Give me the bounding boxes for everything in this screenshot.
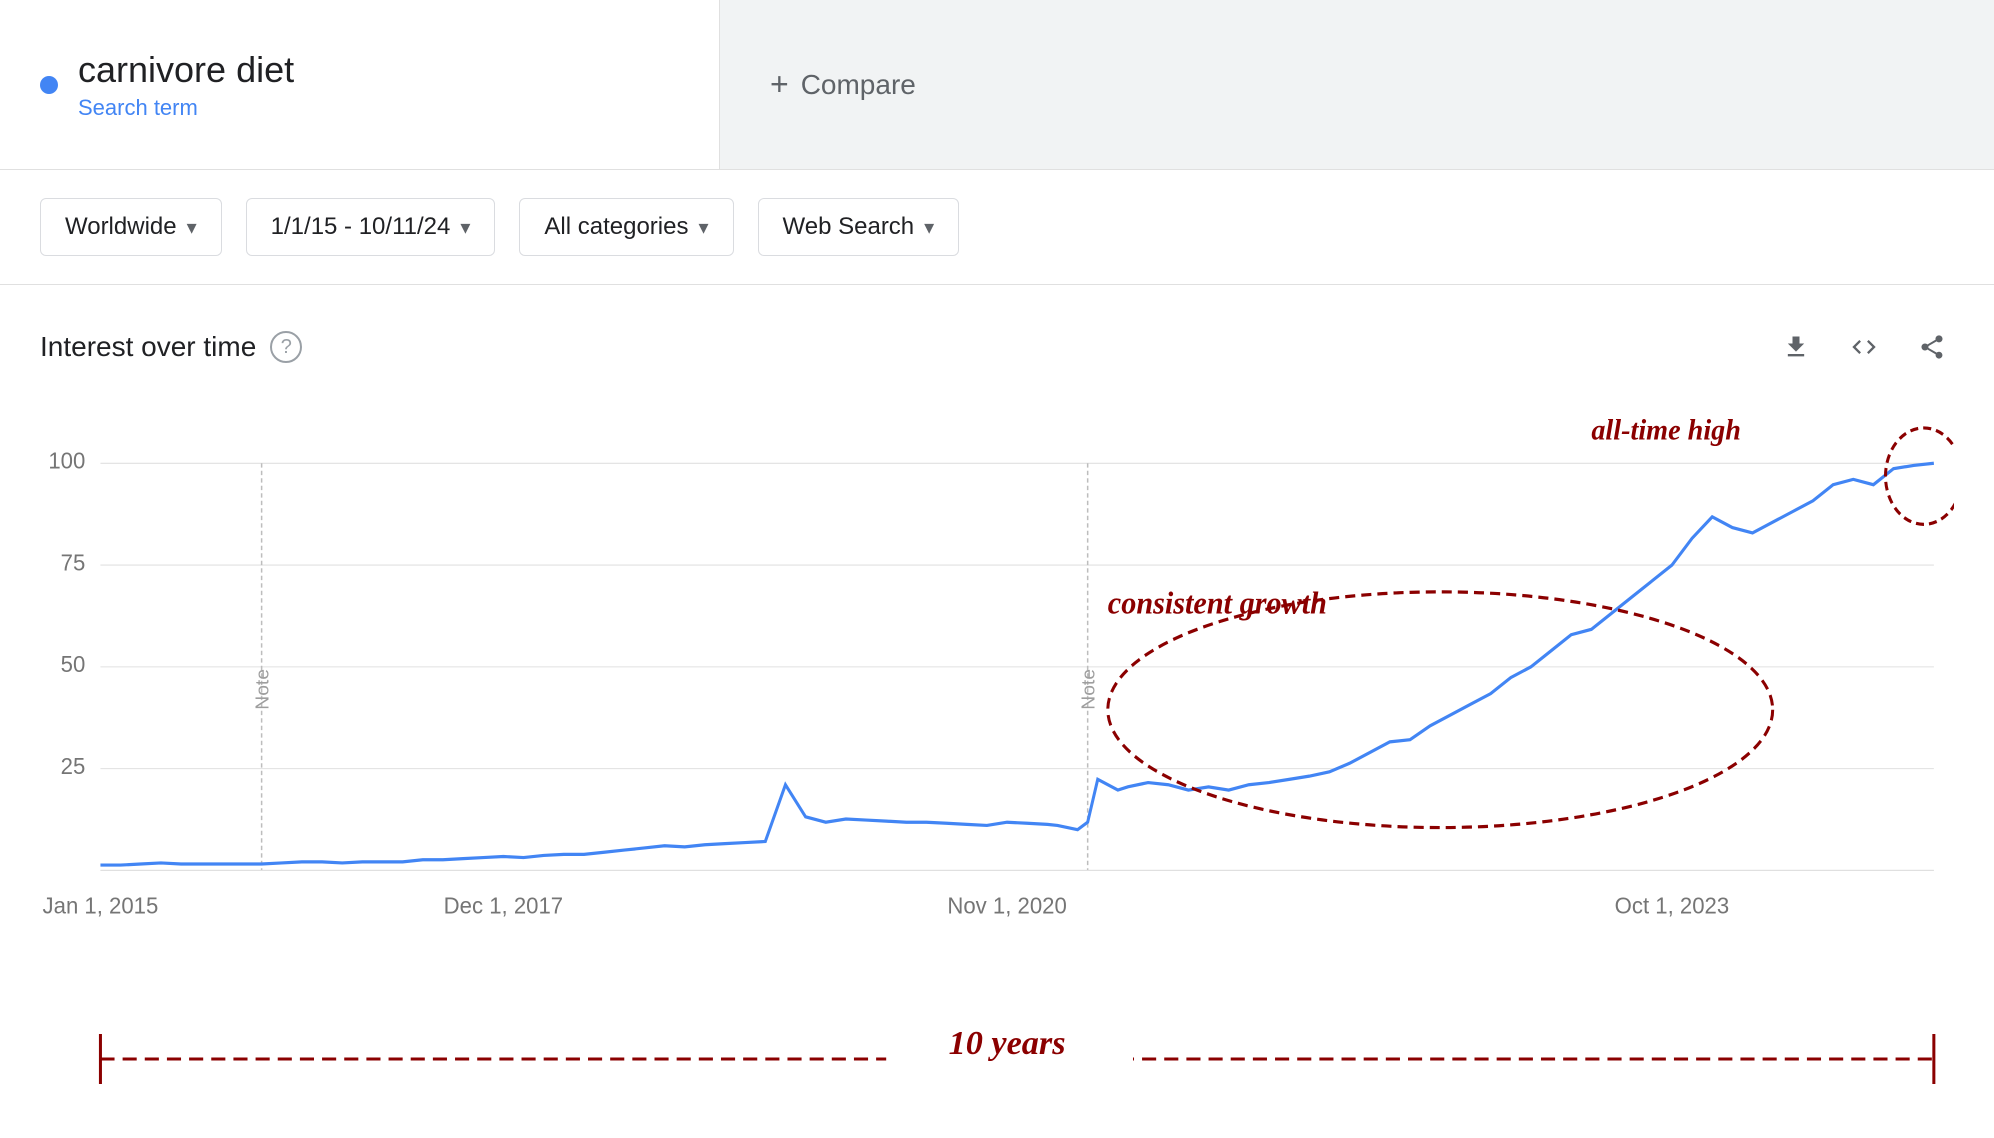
region-label: Worldwide	[65, 213, 177, 241]
category-filter[interactable]: All categories ▾	[519, 198, 733, 256]
search-term-box: carnivore diet Search term	[0, 0, 720, 169]
chart-container: 100 75 50 25 Note Note Jan 1, 2015 Dec 1…	[40, 399, 1954, 999]
svg-text:10 years: 10 years	[949, 1025, 1066, 1062]
svg-text:Nov 1, 2020: Nov 1, 2020	[947, 892, 1066, 919]
region-chevron-icon: ▾	[187, 215, 197, 240]
svg-text:25: 25	[61, 752, 86, 779]
compare-label: Compare	[801, 69, 916, 101]
download-icon[interactable]	[1774, 325, 1818, 369]
search-term-name: carnivore diet	[78, 49, 294, 91]
date-range-label: 1/1/15 - 10/11/24	[271, 213, 451, 241]
share-icon[interactable]	[1910, 325, 1954, 369]
timeline-indicator: 10 years 10 years	[40, 1009, 1954, 1109]
category-label: All categories	[544, 213, 688, 241]
search-type-filter[interactable]: Web Search ▾	[758, 198, 960, 256]
main-content: Interest over time ?	[0, 285, 1994, 1129]
compare-button[interactable]: + Compare	[770, 66, 916, 103]
filter-bar: Worldwide ▾ 1/1/15 - 10/11/24 ▾ All cate…	[0, 170, 1994, 285]
svg-text:75: 75	[61, 549, 86, 576]
search-type-chevron-icon: ▾	[924, 215, 934, 240]
interest-chart: 100 75 50 25 Note Note Jan 1, 2015 Dec 1…	[40, 399, 1954, 999]
svg-text:100: 100	[48, 447, 85, 474]
search-term-text: carnivore diet Search term	[78, 49, 294, 121]
section-title: Interest over time ?	[40, 331, 302, 363]
date-range-filter[interactable]: 1/1/15 - 10/11/24 ▾	[246, 198, 496, 256]
search-term-dot	[40, 76, 58, 94]
timeline-svg: 10 years 10 years	[40, 1009, 1954, 1109]
svg-text:Oct 1, 2023: Oct 1, 2023	[1615, 892, 1729, 919]
svg-text:Note: Note	[1078, 669, 1098, 710]
search-term-label: Search term	[78, 95, 294, 121]
svg-text:Note: Note	[252, 669, 272, 710]
svg-text:50: 50	[61, 651, 86, 678]
header-area: carnivore diet Search term + Compare	[0, 0, 1994, 170]
category-chevron-icon: ▾	[698, 215, 708, 240]
compare-box[interactable]: + Compare	[720, 0, 1994, 169]
region-filter[interactable]: Worldwide ▾	[40, 198, 222, 256]
svg-text:Dec 1, 2017: Dec 1, 2017	[444, 892, 563, 919]
date-chevron-icon: ▾	[460, 215, 470, 240]
section-header: Interest over time ?	[40, 325, 1954, 369]
help-icon[interactable]: ?	[270, 331, 302, 363]
compare-plus-icon: +	[770, 66, 789, 103]
search-type-label: Web Search	[783, 213, 915, 241]
embed-icon[interactable]	[1842, 325, 1886, 369]
svg-text:Jan 1, 2015: Jan 1, 2015	[43, 892, 159, 919]
section-actions	[1774, 325, 1954, 369]
interest-over-time-title: Interest over time	[40, 331, 256, 363]
